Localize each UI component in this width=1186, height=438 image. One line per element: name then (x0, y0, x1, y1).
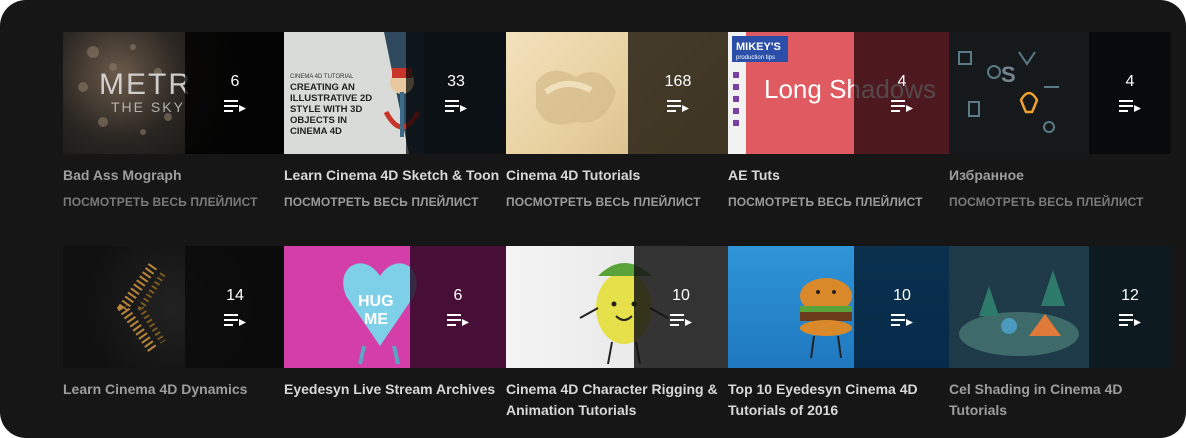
view-full-playlist-link[interactable]: ПОСМОТРЕТЬ ВЕСЬ ПЛЕЙЛИСТ (63, 195, 285, 209)
playlist-play-icon (224, 314, 246, 326)
thumb-brand-sub: production tips (736, 55, 775, 61)
playlist-card[interactable]: CINEMA 4D TUTORIAL CREATING AN ILLUSTRAT… (284, 32, 506, 209)
playlist-title[interactable]: AE Tuts (728, 165, 950, 186)
thumb-line: CINEMA 4D (290, 126, 342, 137)
playlist-title[interactable]: Cinema 4D Tutorials (506, 165, 728, 186)
thumb-line: OBJECTS IN (290, 115, 347, 126)
video-count: 14 (226, 287, 244, 304)
playlist-count-overlay: 10 (854, 246, 950, 368)
video-count: 168 (664, 73, 692, 90)
playlist-thumbnail[interactable]: METR THE SKY 6 (63, 32, 285, 154)
playlist-thumbnail[interactable]: HUG ME 6 (284, 246, 506, 368)
playlist-thumbnail[interactable]: CINEMA 4D TUTORIAL CREATING AN ILLUSTRAT… (284, 32, 506, 154)
video-count: 12 (1121, 287, 1139, 304)
playlist-play-icon (447, 314, 469, 326)
playlist-thumbnail[interactable]: S 4 (949, 32, 1171, 154)
video-count: 10 (893, 287, 911, 304)
playlist-title[interactable]: Cinema 4D Character Rigging & Animation … (506, 379, 728, 421)
playlist-title[interactable]: Top 10 Eyedesyn Cinema 4D Tutorials of 2… (728, 379, 950, 421)
video-count: 10 (672, 287, 690, 304)
playlist-thumbnail[interactable]: 14 (63, 246, 285, 368)
playlist-play-icon (1119, 100, 1141, 112)
svg-text:S: S (1001, 62, 1016, 87)
playlist-play-icon (445, 100, 467, 112)
view-full-playlist-link[interactable]: ПОСМОТРЕТЬ ВЕСЬ ПЛЕЙЛИСТ (949, 195, 1171, 209)
playlist-count-overlay: 6 (410, 246, 506, 368)
playlist-thumbnail[interactable]: 10 (506, 246, 728, 368)
video-count: 33 (447, 73, 465, 90)
playlist-count-overlay: 6 (185, 32, 285, 154)
playlist-title[interactable]: Избранное (949, 165, 1171, 186)
playlist-count-overlay: 33 (406, 32, 506, 154)
thumb-small-text: THE SKY (111, 99, 185, 115)
playlist-play-icon (224, 100, 246, 112)
video-count: 6 (453, 287, 463, 304)
playlist-thumbnail[interactable]: MIKEY'S production tips Long Shadows 4 (728, 32, 950, 154)
playlist-title[interactable]: Cel Shading in Cinema 4D Tutorials (949, 379, 1171, 421)
playlist-count-overlay: 168 (628, 32, 728, 154)
playlist-count-overlay: 14 (185, 246, 285, 368)
playlist-card[interactable]: 168 Cinema 4D Tutorials ПОСМОТРЕТЬ ВЕСЬ … (506, 32, 728, 209)
playlist-play-icon (891, 100, 913, 112)
thumb-heart-line2: ME (364, 311, 388, 328)
playlist-play-icon (1119, 314, 1141, 326)
video-count: 4 (1125, 73, 1135, 90)
playlist-thumbnail[interactable]: 10 (728, 246, 950, 368)
playlist-title[interactable]: Eyedesyn Live Stream Archives (284, 379, 506, 400)
playlist-title[interactable]: Learn Cinema 4D Dynamics (63, 379, 285, 400)
thumb-line: ILLUSTRATIVE 2D (290, 93, 372, 104)
thumb-line: CREATING AN (290, 82, 355, 93)
playlist-count-overlay: 4 (1089, 32, 1171, 154)
view-full-playlist-link[interactable]: ПОСМОТРЕТЬ ВЕСЬ ПЛЕЙЛИСТ (728, 195, 950, 209)
thumb-small-text: CINEMA 4D TUTORIAL (290, 74, 354, 80)
thumb-brand: MIKEY'S (736, 41, 781, 53)
playlist-card[interactable]: HUG ME 6 Eyedesyn Live Stream Archives (284, 246, 506, 400)
thumb-big-text: METR (99, 68, 192, 101)
playlist-play-icon (670, 314, 692, 326)
playlist-thumbnail[interactable]: 12 (949, 246, 1171, 368)
video-count: 4 (897, 73, 907, 90)
playlist-count-overlay: 10 (634, 246, 728, 368)
playlist-shelf: METR THE SKY 6 Bad Ass Mograph ПОСМОТРЕТ… (0, 0, 1186, 438)
playlist-card[interactable]: 12 Cel Shading in Cinema 4D Tutorials (949, 246, 1171, 421)
view-full-playlist-link[interactable]: ПОСМОТРЕТЬ ВЕСЬ ПЛЕЙЛИСТ (284, 195, 506, 209)
thumb-heart-line1: HUG (358, 293, 394, 310)
playlist-thumbnail[interactable]: 168 (506, 32, 728, 154)
playlist-count-overlay: 12 (1089, 246, 1171, 368)
video-count: 6 (230, 73, 240, 90)
playlist-card[interactable]: 10 Top 10 Eyedesyn Cinema 4D Tutorials o… (728, 246, 950, 421)
playlist-card[interactable]: METR THE SKY 6 Bad Ass Mograph ПОСМОТРЕТ… (63, 32, 285, 209)
playlist-card[interactable]: 14 Learn Cinema 4D Dynamics (63, 246, 285, 400)
playlist-play-icon (667, 100, 689, 112)
playlist-play-icon (891, 314, 913, 326)
playlist-card[interactable]: S 4 Избранное ПОСМОТРЕТЬ ВЕСЬ ПЛЕЙЛИСТ (949, 32, 1171, 209)
playlist-card[interactable]: MIKEY'S production tips Long Shadows 4 A… (728, 32, 950, 209)
thumb-line: STYLE WITH 3D (290, 104, 362, 115)
playlist-count-overlay: 4 (854, 32, 950, 154)
playlist-card[interactable]: 10 Cinema 4D Character Rigging & Animati… (506, 246, 728, 421)
playlist-title[interactable]: Learn Cinema 4D Sketch & Toon (284, 165, 506, 186)
view-full-playlist-link[interactable]: ПОСМОТРЕТЬ ВЕСЬ ПЛЕЙЛИСТ (506, 195, 728, 209)
playlist-title[interactable]: Bad Ass Mograph (63, 165, 285, 186)
